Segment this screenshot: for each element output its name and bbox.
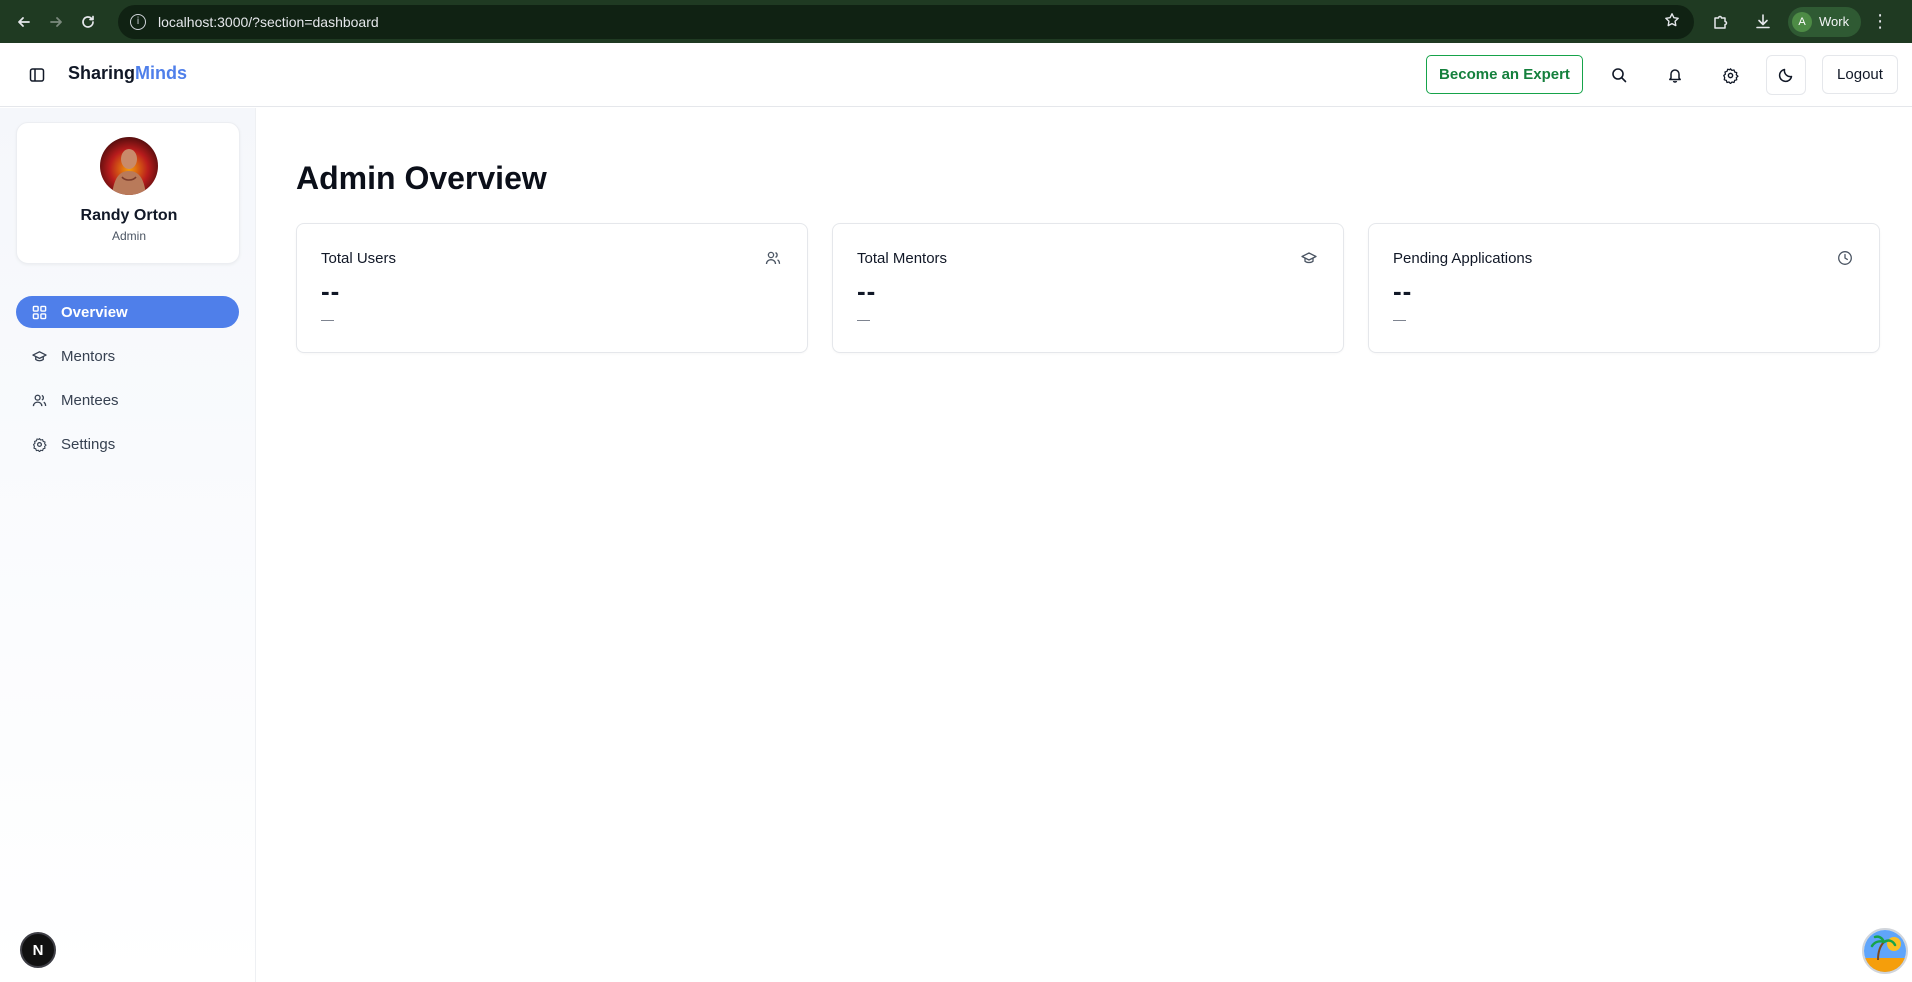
app-header: SharingMinds Become an Expert Logout — [0, 43, 1912, 107]
users-icon — [32, 394, 47, 406]
page-title: Admin Overview — [296, 160, 547, 196]
stat-card-value: -- — [1393, 276, 1413, 306]
users-icon — [765, 250, 783, 268]
gear-icon[interactable] — [1712, 57, 1748, 93]
reload-icon[interactable] — [72, 6, 104, 38]
browser-nav — [8, 6, 104, 38]
sidebar-item-settings[interactable]: Settings — [16, 428, 239, 460]
sidebar-item-mentees[interactable]: Mentees — [16, 384, 239, 416]
brand-part1: Sharing — [68, 63, 136, 83]
sidebar-item-overview[interactable]: Overview — [16, 296, 239, 328]
graduation-cap-icon — [32, 350, 47, 361]
sidebar-item-label: Overview — [61, 303, 128, 321]
sidebar-item-label: Mentors — [61, 347, 116, 365]
stat-card-title: Total Users — [321, 250, 397, 267]
stat-card-title: Pending Applications — [1393, 250, 1533, 267]
address-url[interactable]: localhost:3000/?section=dashboard — [158, 14, 379, 30]
sidebar-item-mentors[interactable]: Mentors — [16, 340, 239, 372]
search-icon[interactable] — [1601, 57, 1637, 93]
sidebar-toggle-icon[interactable] — [26, 64, 48, 86]
sidebar-item-label: Settings — [61, 435, 116, 453]
nextjs-devtools-badge[interactable]: N — [20, 932, 56, 968]
download-icon[interactable] — [1746, 5, 1780, 39]
browser-toolbar: i localhost:3000/?section=dashboard A Wo… — [0, 0, 1912, 43]
browser-actions: A Work ⋮ — [1704, 5, 1889, 39]
profile-label: Work — [1819, 14, 1850, 29]
browser-profile-chip[interactable]: A Work — [1788, 6, 1862, 37]
user-avatar — [100, 137, 158, 195]
profile-avatar: A — [1792, 11, 1812, 32]
stat-card-pending-applications: Pending Applications -- — — [1368, 223, 1880, 353]
graduation-cap-icon — [1301, 250, 1319, 268]
stats-cards: Total Users -- — Total Mentors -- — Pend… — [296, 223, 1880, 353]
clock-icon — [1837, 250, 1855, 268]
stat-card-value: -- — [857, 276, 877, 306]
profile-card: Randy Orton Admin — [16, 122, 240, 264]
bell-icon[interactable] — [1657, 57, 1693, 93]
dark-mode-toggle-icon[interactable] — [1766, 55, 1806, 95]
assistant-avatar-icon[interactable] — [1862, 928, 1908, 974]
stat-card-subtext: — — [1393, 312, 1406, 327]
address-bar[interactable]: i localhost:3000/?section=dashboard — [118, 4, 1694, 39]
browser-menu-icon[interactable]: ⋮ — [1871, 11, 1889, 32]
sidebar-nav: Overview Mentors Mentees Settings — [16, 296, 239, 472]
brand-part2: Minds — [135, 63, 188, 83]
back-icon[interactable] — [8, 6, 40, 38]
stat-card-title: Total Mentors — [857, 250, 948, 267]
extensions-icon[interactable] — [1704, 5, 1738, 39]
site-info-icon[interactable]: i — [130, 13, 146, 30]
user-name: Randy Orton — [80, 207, 178, 224]
sidebar-item-label: Mentees — [61, 391, 119, 409]
main-content: Admin Overview Total Users -- — Total Me… — [257, 108, 1912, 982]
brand-logo[interactable]: SharingMinds — [68, 63, 187, 84]
user-role: Admin — [111, 229, 146, 243]
gear-icon — [33, 437, 47, 452]
bookmark-star-icon[interactable] — [1664, 12, 1680, 33]
layout-grid-icon — [32, 305, 47, 319]
stat-card-value: -- — [321, 276, 341, 306]
stat-card-subtext: — — [321, 312, 334, 327]
stat-card-total-users: Total Users -- — — [296, 223, 808, 353]
forward-icon[interactable] — [40, 6, 72, 38]
logout-button[interactable]: Logout — [1822, 55, 1898, 94]
stat-card-total-mentors: Total Mentors -- — — [832, 223, 1344, 353]
become-expert-button[interactable]: Become an Expert — [1426, 55, 1583, 94]
sidebar: Randy Orton Admin Overview Mentors Mente… — [0, 108, 256, 982]
stat-card-subtext: — — [857, 312, 870, 327]
